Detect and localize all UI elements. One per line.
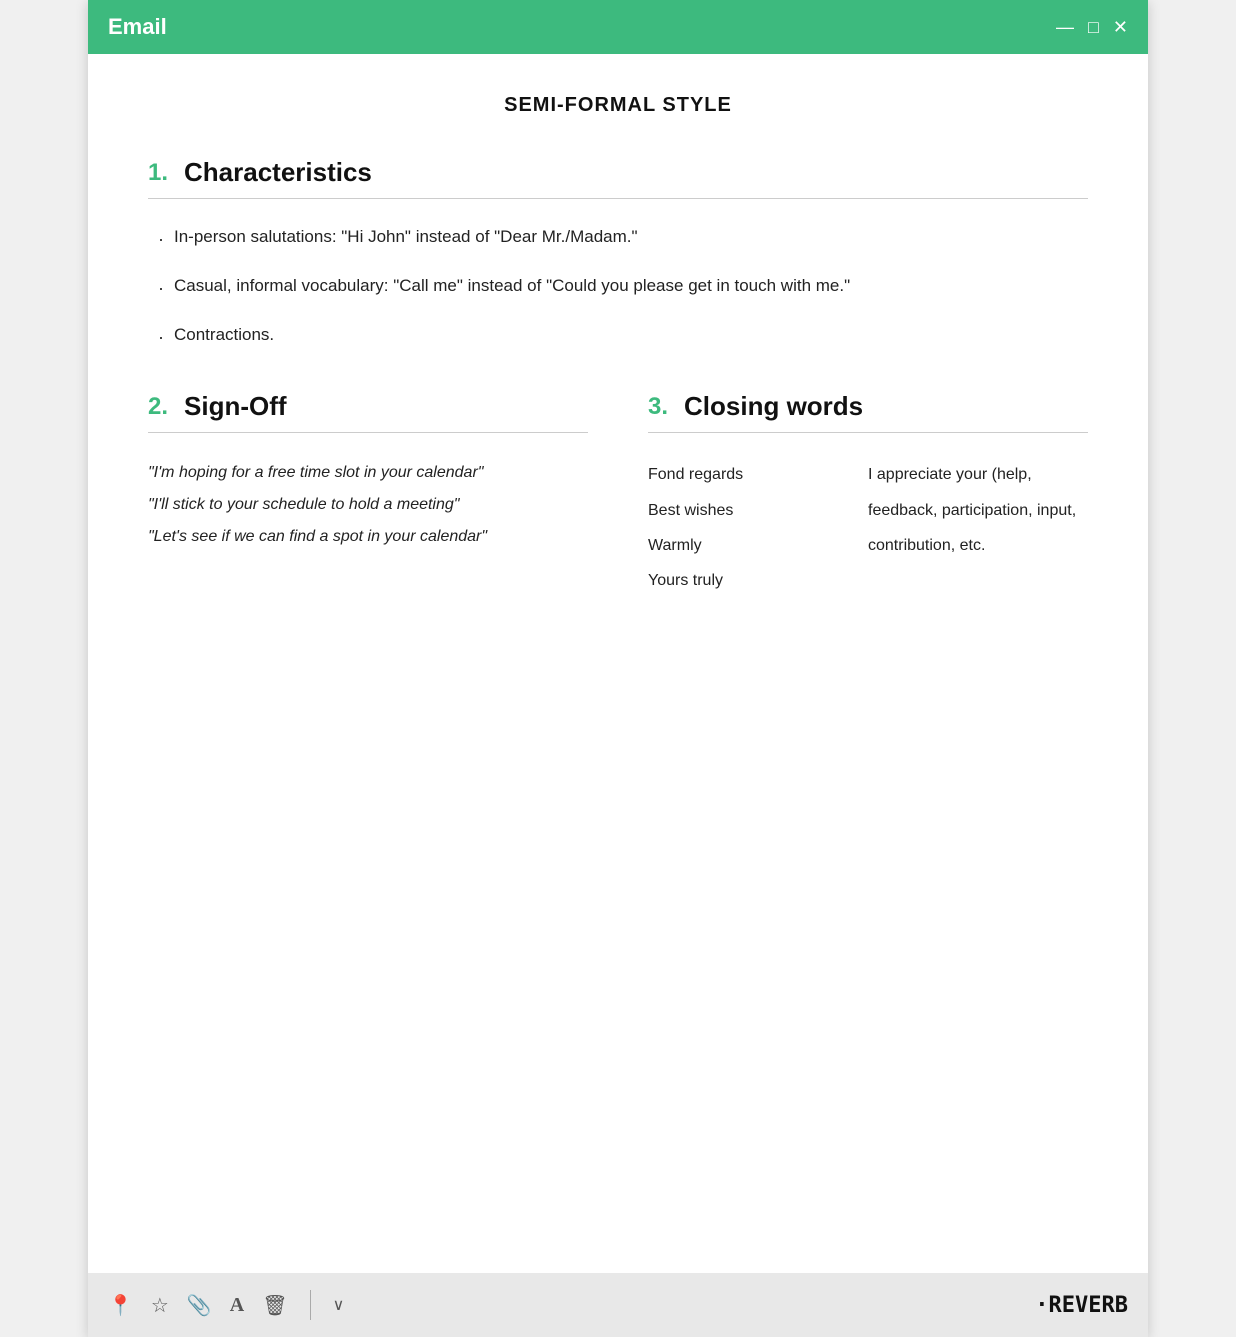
closing-words-right: I appreciate your (help, feedback, parti… [868, 457, 1088, 598]
two-column-section: 2. Sign-Off "I'm hoping for a free time … [148, 391, 1088, 598]
closing-word-3: Warmly [648, 528, 868, 563]
characteristics-list: · In-person salutations: "Hi John" inste… [148, 223, 1088, 351]
toolbar-divider [310, 1290, 311, 1320]
signoff-quotes: "I'm hoping for a free time slot in your… [148, 457, 588, 553]
section2-title: Sign-Off [184, 391, 287, 422]
section2-header: 2. Sign-Off [148, 391, 588, 422]
list-item: · In-person salutations: "Hi John" inste… [158, 223, 1088, 254]
section1-title: Characteristics [184, 157, 372, 188]
bullet-text: In-person salutations: "Hi John" instead… [174, 223, 638, 250]
section2-number: 2. [148, 393, 168, 421]
paperclip-icon[interactable]: 📎 [187, 1293, 212, 1318]
brand-text: ·REVERB [1035, 1293, 1128, 1318]
section1-number: 1. [148, 159, 168, 187]
window-controls: — □ ✕ [1056, 18, 1128, 36]
app-title: Email [108, 14, 167, 40]
titlebar: Email — □ ✕ [88, 0, 1148, 54]
dropdown-button[interactable]: ∨ [333, 1295, 345, 1315]
section3-col: 3. Closing words Fond regards Best wishe… [648, 391, 1088, 598]
section3-header: 3. Closing words [648, 391, 1088, 422]
location-icon[interactable]: 📍 [108, 1293, 133, 1318]
bullet-icon: · [158, 323, 164, 352]
toolbar-left-icons: 📍 ☆ 📎 A 🗑 ∨ [108, 1290, 344, 1320]
bullet-text: Casual, informal vocabulary: "Call me" i… [174, 272, 850, 299]
page-title: SEMI-FORMAL STYLE [148, 94, 1088, 117]
brand-logo: ·REVERB [1035, 1293, 1128, 1318]
section1-divider [148, 198, 1088, 199]
section3-divider [648, 432, 1088, 433]
section3-title: Closing words [684, 391, 863, 422]
star-icon[interactable]: ☆ [151, 1293, 169, 1318]
bullet-text: Contractions. [174, 321, 274, 348]
section3-number: 3. [648, 393, 668, 421]
list-item: · Contractions. [158, 321, 1088, 352]
list-item: · Casual, informal vocabulary: "Call me"… [158, 272, 1088, 303]
closing-words-grid: Fond regards Best wishes Warmly Yours tr… [648, 457, 1088, 598]
app-window: Email — □ ✕ SEMI-FORMAL STYLE 1. Charact… [88, 0, 1148, 1337]
maximize-button[interactable]: □ [1088, 18, 1099, 36]
main-content: SEMI-FORMAL STYLE 1. Characteristics · I… [88, 54, 1148, 1273]
section1-header: 1. Characteristics [148, 157, 1088, 188]
closing-word-4: Yours truly [648, 563, 868, 598]
section2-col: 2. Sign-Off "I'm hoping for a free time … [148, 391, 588, 598]
closing-word-1: Fond regards [648, 457, 868, 492]
bullet-icon: · [158, 225, 164, 254]
quote-1: "I'm hoping for a free time slot in your… [148, 457, 588, 489]
text-format-icon[interactable]: A [230, 1294, 244, 1317]
minimize-button[interactable]: — [1056, 18, 1074, 36]
close-button[interactable]: ✕ [1113, 18, 1128, 36]
section2-divider [148, 432, 588, 433]
quote-2: "I'll stick to your schedule to hold a m… [148, 489, 588, 521]
bottom-toolbar: 📍 ☆ 📎 A 🗑 ∨ ·REVERB [88, 1273, 1148, 1337]
closing-word-2: Best wishes [648, 493, 868, 528]
quote-3: "Let's see if we can find a spot in your… [148, 521, 588, 553]
bullet-icon: · [158, 274, 164, 303]
closing-right-text: I appreciate your (help, feedback, parti… [868, 457, 1088, 563]
delete-icon[interactable]: 🗑 [262, 1293, 287, 1318]
closing-words-left: Fond regards Best wishes Warmly Yours tr… [648, 457, 868, 598]
